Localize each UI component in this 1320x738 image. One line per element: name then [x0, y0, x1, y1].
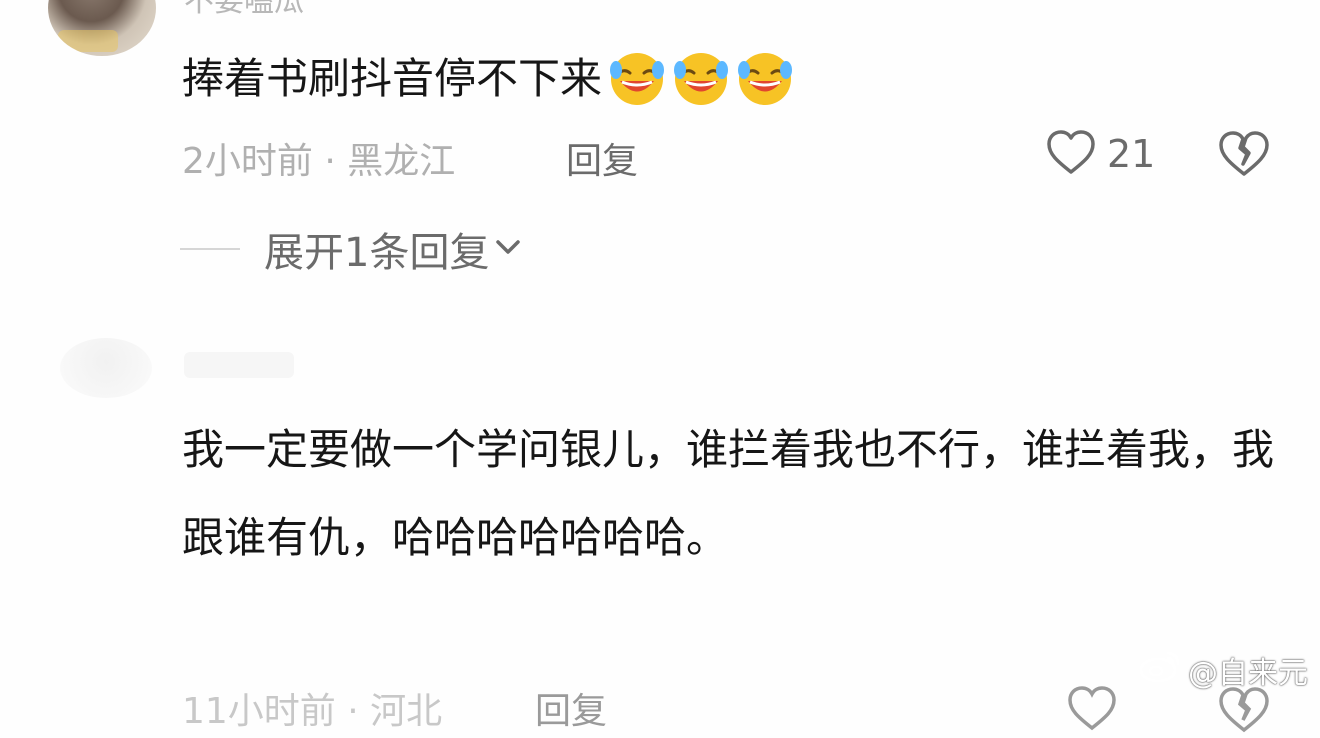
watermark-text: @自来元: [1188, 656, 1308, 691]
expand-replies-label: 展开1条回复: [264, 230, 490, 276]
laughing-crying-emoji-icon: [608, 50, 666, 108]
dislike-button[interactable]: [1216, 684, 1272, 738]
like-count: 21: [1107, 132, 1156, 176]
comment-body: 捧着书刷抖音停不下来: [182, 54, 603, 103]
expand-replies-button[interactable]: 展开1条回复: [180, 220, 523, 278]
reply-button[interactable]: 回复: [566, 132, 638, 184]
comment-meta: 11小时前 · 河北: [182, 691, 443, 732]
chevron-down-icon: [493, 235, 523, 263]
comment-text: 捧着书刷抖音停不下来: [182, 50, 794, 108]
comment-meta: 2小时前 · 黑龙江: [182, 141, 456, 182]
broken-heart-icon: [1216, 131, 1272, 182]
reply-button[interactable]: 回复: [535, 682, 607, 734]
laughing-crying-emoji-icon: [736, 50, 794, 108]
like-button[interactable]: [1066, 684, 1118, 736]
comment-text: 我一定要做一个学问银儿，谁拦着我也不行，谁拦着我，我跟谁有仇，哈哈哈哈哈哈哈。: [182, 425, 1275, 562]
heart-icon: [1045, 128, 1097, 180]
username[interactable]: 不要嗑瓜: [184, 0, 304, 20]
avatar[interactable]: [60, 338, 152, 398]
heart-icon: [1066, 686, 1118, 736]
laughing-crying-emoji-icon: [672, 50, 730, 108]
divider: [180, 248, 240, 250]
watermark: @自来元: [1138, 648, 1308, 692]
dislike-button[interactable]: [1216, 128, 1272, 182]
weibo-icon: [1138, 648, 1188, 692]
like-button[interactable]: 21: [1045, 128, 1155, 180]
avatar[interactable]: [48, 0, 156, 56]
broken-heart-icon: [1216, 687, 1272, 738]
username[interactable]: [184, 352, 294, 378]
